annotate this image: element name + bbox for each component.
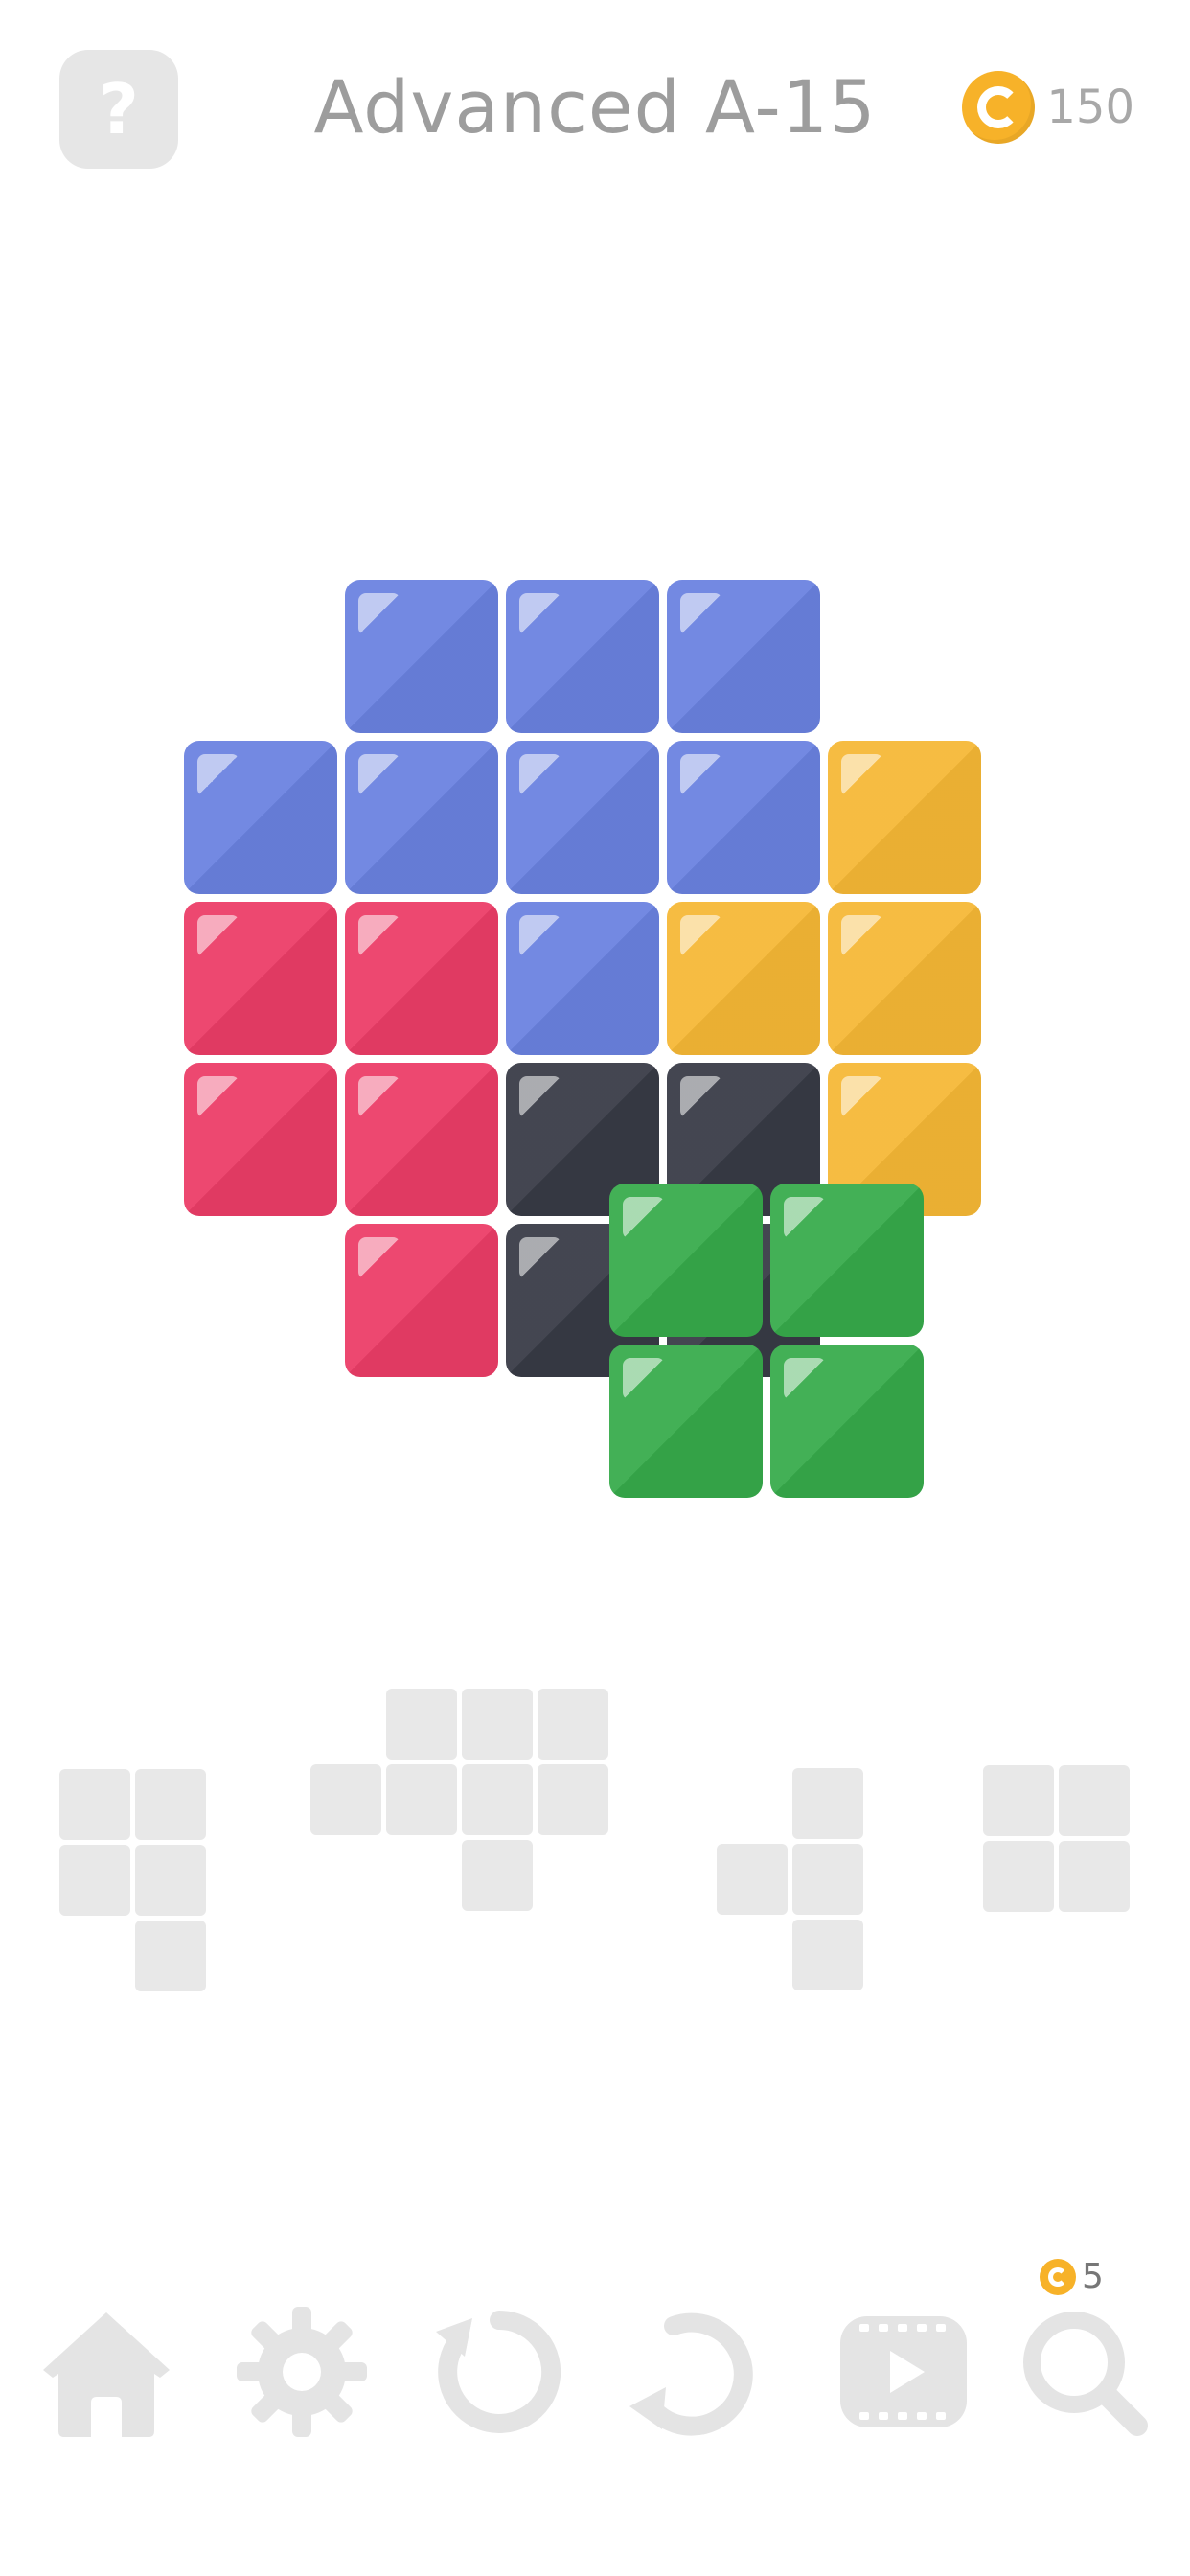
gear-icon (237, 2307, 367, 2437)
board-tile-blue (345, 580, 498, 733)
board-tile-yellow (828, 741, 981, 894)
hint-cost-value: 5 (1082, 2257, 1104, 2296)
restart-icon (436, 2310, 561, 2433)
tray-cell (386, 1764, 457, 1835)
board-tile-blue (667, 741, 820, 894)
tray-cell (135, 1920, 206, 1991)
tray-cell (538, 1689, 608, 1760)
video-button[interactable] (832, 2300, 975, 2444)
tray-cell (1059, 1841, 1130, 1912)
tray-cell (135, 1769, 206, 1840)
tray-cell (59, 1769, 130, 1840)
tray-cell (538, 1764, 608, 1835)
dragging-piece-tile[interactable] (609, 1184, 763, 1337)
board-tile-red (345, 1224, 498, 1377)
tray-cell (59, 1845, 130, 1916)
board-tile-yellow (828, 902, 981, 1055)
home-button[interactable] (34, 2300, 178, 2444)
board-tile-yellow (667, 902, 820, 1055)
video-icon (840, 2316, 967, 2427)
tray-cell (462, 1689, 533, 1760)
tray-cell (983, 1841, 1054, 1912)
board-tile-blue (667, 580, 820, 733)
board-tile-blue (506, 580, 659, 733)
board-tile-red (184, 902, 337, 1055)
settings-button[interactable] (230, 2300, 374, 2444)
board-tile-red (184, 1063, 337, 1216)
board-tile-blue (345, 741, 498, 894)
restart-button[interactable] (427, 2300, 571, 2444)
board-tile-blue (506, 741, 659, 894)
board-tile-red (345, 902, 498, 1055)
board-tile-blue (184, 741, 337, 894)
undo-button[interactable] (621, 2300, 765, 2444)
tray-cell (792, 1844, 863, 1915)
tray-cell (386, 1689, 457, 1760)
tray-cell (462, 1840, 533, 1911)
hint-cost: 5 (1040, 2257, 1104, 2296)
hint-button[interactable] (1012, 2300, 1156, 2444)
puzzle-board (0, 0, 1190, 1533)
tray-cell (792, 1768, 863, 1839)
tray-cell (135, 1845, 206, 1916)
undo-icon (629, 2312, 753, 2436)
coin-icon (1040, 2258, 1076, 2295)
board-tile-red (345, 1063, 498, 1216)
tray-cell (983, 1765, 1054, 1836)
board-tile-blue (506, 902, 659, 1055)
tray-cell (792, 1920, 863, 1990)
dragging-piece-tile[interactable] (770, 1184, 924, 1337)
tray-cell (717, 1844, 788, 1915)
tray-cell (310, 1764, 381, 1835)
tray-cell (462, 1764, 533, 1835)
home-icon (43, 2312, 170, 2437)
tray-cell (1059, 1765, 1130, 1836)
dragging-piece-tile[interactable] (770, 1345, 924, 1498)
search-icon (1023, 2312, 1148, 2436)
dragging-piece-tile[interactable] (609, 1345, 763, 1498)
